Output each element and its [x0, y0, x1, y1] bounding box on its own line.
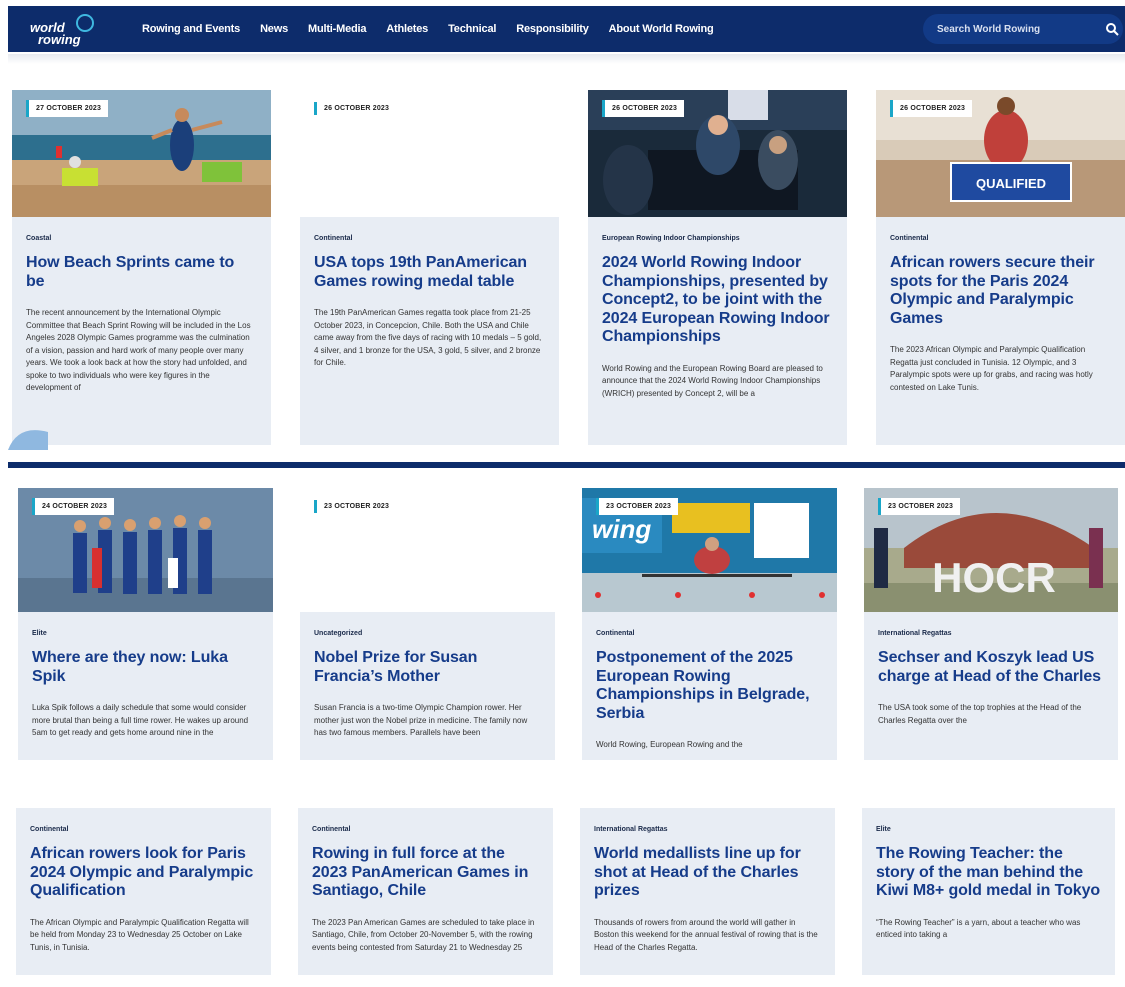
nav-link-responsibility[interactable]: Responsibility	[516, 23, 589, 35]
card-body: European Rowing Indoor Championships 202…	[588, 217, 847, 445]
card-body: Uncategorized Nobel Prize for Susan Fran…	[300, 612, 555, 760]
section-divider	[8, 462, 1125, 468]
card-excerpt: World Rowing, European Rowing and the	[596, 740, 743, 749]
date-badge: 23 OCTOBER 2023	[314, 500, 396, 513]
card-body: Continental USA tops 19th PanAmerican Ga…	[300, 217, 559, 445]
nav-shadow	[8, 54, 1125, 64]
card-title[interactable]: How Beach Sprints came to be	[26, 254, 257, 291]
card-excerpt: The 19th PanAmerican Games regatta took …	[314, 308, 542, 367]
card-excerpt: The African Olympic and Paralympic Quali…	[30, 917, 249, 952]
news-card[interactable]: Elite The Rowing Teacher: the story of t…	[862, 808, 1115, 975]
main-menu: Rowing and Events News Multi-Media Athle…	[142, 6, 734, 52]
card-body: Continental Postponement of the 2025 Eur…	[582, 612, 837, 760]
hocr-sign-text: HOCR	[932, 554, 1056, 601]
card-body: International Regattas Sechser and Koszy…	[864, 612, 1118, 760]
card-category[interactable]: International Regattas	[878, 630, 1104, 637]
search-icon[interactable]	[1105, 22, 1119, 36]
news-card[interactable]: Continental African rowers look for Pari…	[16, 808, 271, 975]
decorative-wave-icon	[8, 430, 48, 450]
card-title[interactable]: Where are they now: Luka Spik	[32, 649, 259, 686]
card-title[interactable]: The Rowing Teacher: the story of the man…	[876, 845, 1101, 901]
nav-link-rowing-and-events[interactable]: Rowing and Events	[142, 23, 240, 35]
card-excerpt: Thousands of rowers from around the worl…	[594, 917, 818, 952]
news-card[interactable]: 23 OCTOBER 2023 Uncategorized Nobel Priz…	[300, 488, 555, 760]
card-category[interactable]: International Regattas	[594, 826, 821, 833]
news-card[interactable]: International Regattas World medallists …	[580, 808, 835, 975]
card-category[interactable]: Elite	[32, 630, 259, 637]
date-badge: 23 OCTOBER 2023	[596, 498, 679, 515]
card-title[interactable]: USA tops 19th PanAmerican Games rowing m…	[314, 254, 545, 291]
card-body: Coastal How Beach Sprints came to be The…	[12, 217, 271, 445]
card-excerpt: “The Rowing Teacher” is a yarn, about a …	[876, 917, 1081, 940]
news-card[interactable]: wing 23 OCTOBER 2023 Continental Postpon…	[582, 488, 837, 760]
world-rowing-logo[interactable]: world rowing	[30, 10, 110, 48]
date-badge: 26 OCTOBER 2023	[602, 100, 685, 117]
date-badge: 26 OCTOBER 2023	[890, 100, 973, 117]
card-title[interactable]: 2024 World Rowing Indoor Championships, …	[602, 254, 833, 347]
news-card[interactable]: Continental Rowing in full force at the …	[298, 808, 553, 975]
card-category[interactable]: Continental	[30, 826, 257, 833]
card-body: Elite The Rowing Teacher: the story of t…	[862, 808, 1115, 975]
logo-text-rowing: rowing	[38, 32, 81, 47]
card-body: Continental African rowers secure their …	[876, 217, 1125, 445]
card-excerpt: The USA took some of the top trophies at…	[878, 703, 1082, 725]
card-excerpt: The 2023 Pan American Games are schedule…	[312, 917, 535, 952]
card-category[interactable]: Continental	[890, 235, 1111, 242]
card-excerpt: The recent announcement by the Internati…	[26, 308, 251, 392]
card-title[interactable]: Postponement of the 2025 European Rowing…	[596, 649, 823, 723]
news-card[interactable]: 24 OCTOBER 2023 Elite Where are they now…	[18, 488, 273, 760]
nav-link-about-world-rowing[interactable]: About World Rowing	[609, 23, 714, 35]
card-title[interactable]: African rowers secure their spots for th…	[890, 254, 1111, 328]
card-category[interactable]: Continental	[312, 826, 539, 833]
logo-swoosh-icon	[76, 14, 94, 32]
card-title[interactable]: Sechser and Koszyk lead US charge at Hea…	[878, 649, 1104, 686]
news-card[interactable]: QUALIFIED 26 OCTOBER 2023 Continental Af…	[876, 90, 1125, 445]
nav-link-technical[interactable]: Technical	[448, 23, 496, 35]
nav-link-athletes[interactable]: Athletes	[386, 23, 428, 35]
top-navigation: world rowing Rowing and Events News Mult…	[8, 6, 1125, 52]
nav-link-multi-media[interactable]: Multi-Media	[308, 23, 366, 35]
card-body: Elite Where are they now: Luka Spik Luka…	[18, 612, 273, 760]
card-body: Continental Rowing in full force at the …	[298, 808, 553, 975]
date-badge: 24 OCTOBER 2023	[32, 498, 115, 515]
date-badge: 23 OCTOBER 2023	[878, 498, 961, 515]
card-category[interactable]: Coastal	[26, 235, 257, 242]
card-excerpt: The 2023 African Olympic and Paralympic …	[890, 345, 1093, 392]
card-category[interactable]: European Rowing Indoor Championships	[602, 235, 833, 242]
card-body: International Regattas World medallists …	[580, 808, 835, 975]
card-body: Continental African rowers look for Pari…	[16, 808, 271, 975]
card-title[interactable]: World medallists line up for shot at Hea…	[594, 845, 821, 901]
search-input[interactable]	[937, 23, 1087, 35]
card-excerpt: World Rowing and the European Rowing Boa…	[602, 363, 823, 398]
card-excerpt: Luka Spik follows a daily schedule that …	[32, 703, 249, 737]
date-badge: 26 OCTOBER 2023	[314, 102, 396, 115]
qualified-sign-text: QUALIFIED	[976, 176, 1046, 191]
news-card[interactable]: 26 OCTOBER 2023 Continental USA tops 19t…	[300, 90, 559, 445]
svg-text:wing: wing	[592, 514, 651, 544]
card-category[interactable]: Continental	[596, 630, 823, 637]
card-title[interactable]: Nobel Prize for Susan Francia’s Mother	[314, 649, 541, 686]
news-card[interactable]: HOCR 23 OCTOBER 2023 International Regat…	[864, 488, 1118, 760]
card-title[interactable]: Rowing in full force at the 2023 PanAmer…	[312, 845, 539, 901]
search-box[interactable]	[923, 14, 1123, 44]
card-category[interactable]: Elite	[876, 826, 1101, 833]
card-category[interactable]: Continental	[314, 235, 545, 242]
news-card[interactable]: 27 OCTOBER 2023 Coastal How Beach Sprint…	[12, 90, 271, 445]
card-title[interactable]: African rowers look for Paris 2024 Olymp…	[30, 845, 257, 901]
card-category[interactable]: Uncategorized	[314, 630, 541, 637]
nav-link-news[interactable]: News	[260, 23, 288, 35]
card-excerpt: Susan Francia is a two-time Olympic Cham…	[314, 703, 528, 737]
news-card[interactable]: 26 OCTOBER 2023 European Rowing Indoor C…	[588, 90, 847, 445]
date-badge: 27 OCTOBER 2023	[26, 100, 109, 117]
